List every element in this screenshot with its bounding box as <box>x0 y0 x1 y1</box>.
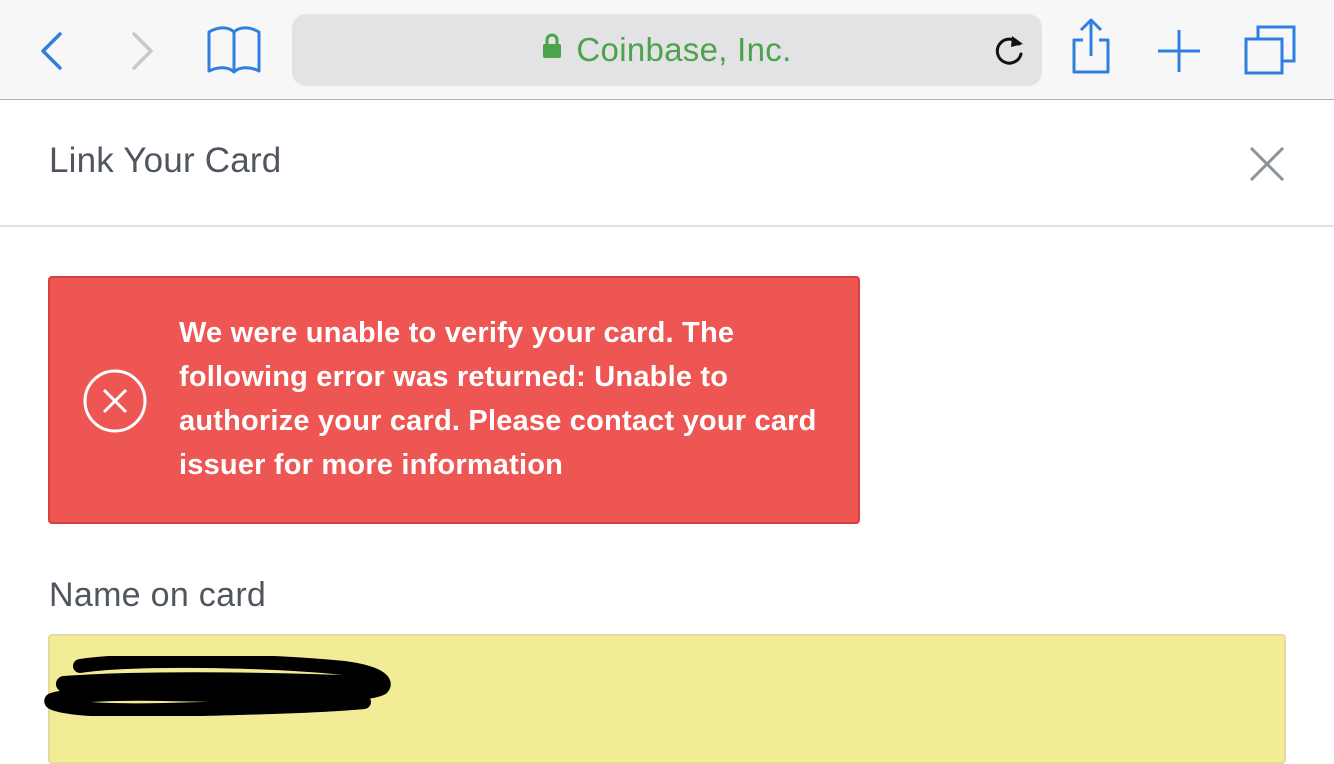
browser-toolbar: Coinbase, Inc. <box>0 0 1334 100</box>
name-on-card-input[interactable] <box>44 634 1286 764</box>
page-title: Link Your Card <box>49 141 282 180</box>
error-message: We were unable to verify your card. The … <box>179 317 817 481</box>
back-icon[interactable] <box>38 30 66 72</box>
forward-icon[interactable] <box>128 30 156 72</box>
modal-header: Link Your Card <box>0 100 1334 227</box>
address-bar[interactable]: Coinbase, Inc. <box>292 14 1042 86</box>
tabs-icon[interactable] <box>1242 24 1298 76</box>
url-text: Coinbase, Inc. <box>576 31 792 68</box>
redaction-scribble <box>44 656 391 716</box>
error-circle-x-icon <box>82 368 148 439</box>
share-icon[interactable] <box>1068 18 1114 76</box>
new-tab-icon[interactable] <box>1156 28 1202 74</box>
name-on-card-label: Name on card <box>49 576 267 614</box>
error-banner: We were unable to verify your card. The … <box>48 276 860 524</box>
lock-icon <box>542 33 562 64</box>
reload-icon[interactable] <box>992 32 1026 73</box>
close-icon[interactable] <box>1247 144 1287 189</box>
bookmarks-icon[interactable] <box>205 24 263 76</box>
